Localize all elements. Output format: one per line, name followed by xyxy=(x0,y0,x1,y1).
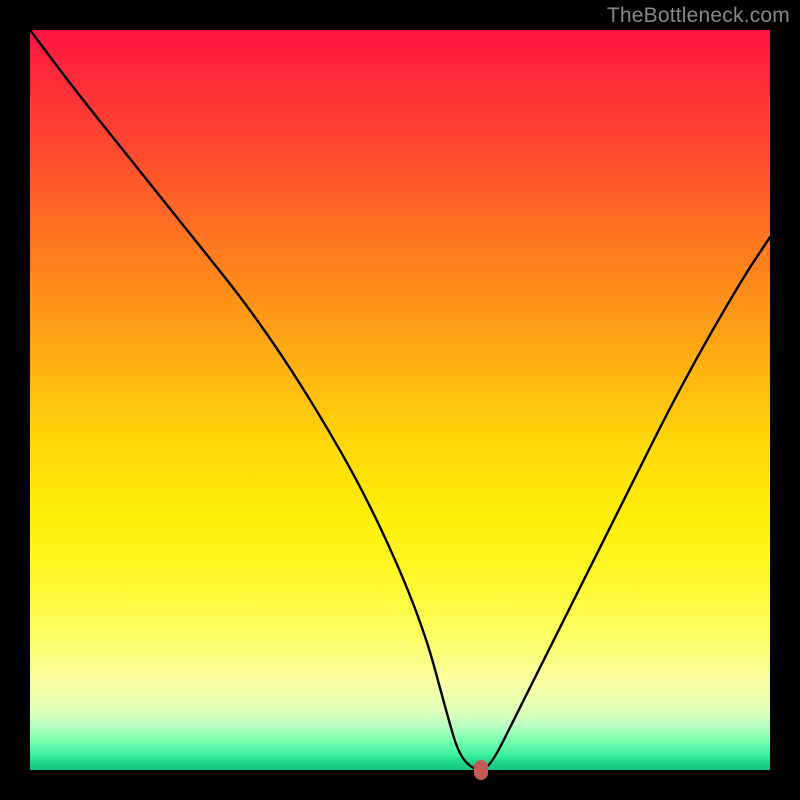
optimal-balance-marker xyxy=(474,760,488,780)
source-watermark: TheBottleneck.com xyxy=(607,4,790,28)
plot-area xyxy=(30,30,770,770)
bottleneck-curve xyxy=(30,30,770,770)
